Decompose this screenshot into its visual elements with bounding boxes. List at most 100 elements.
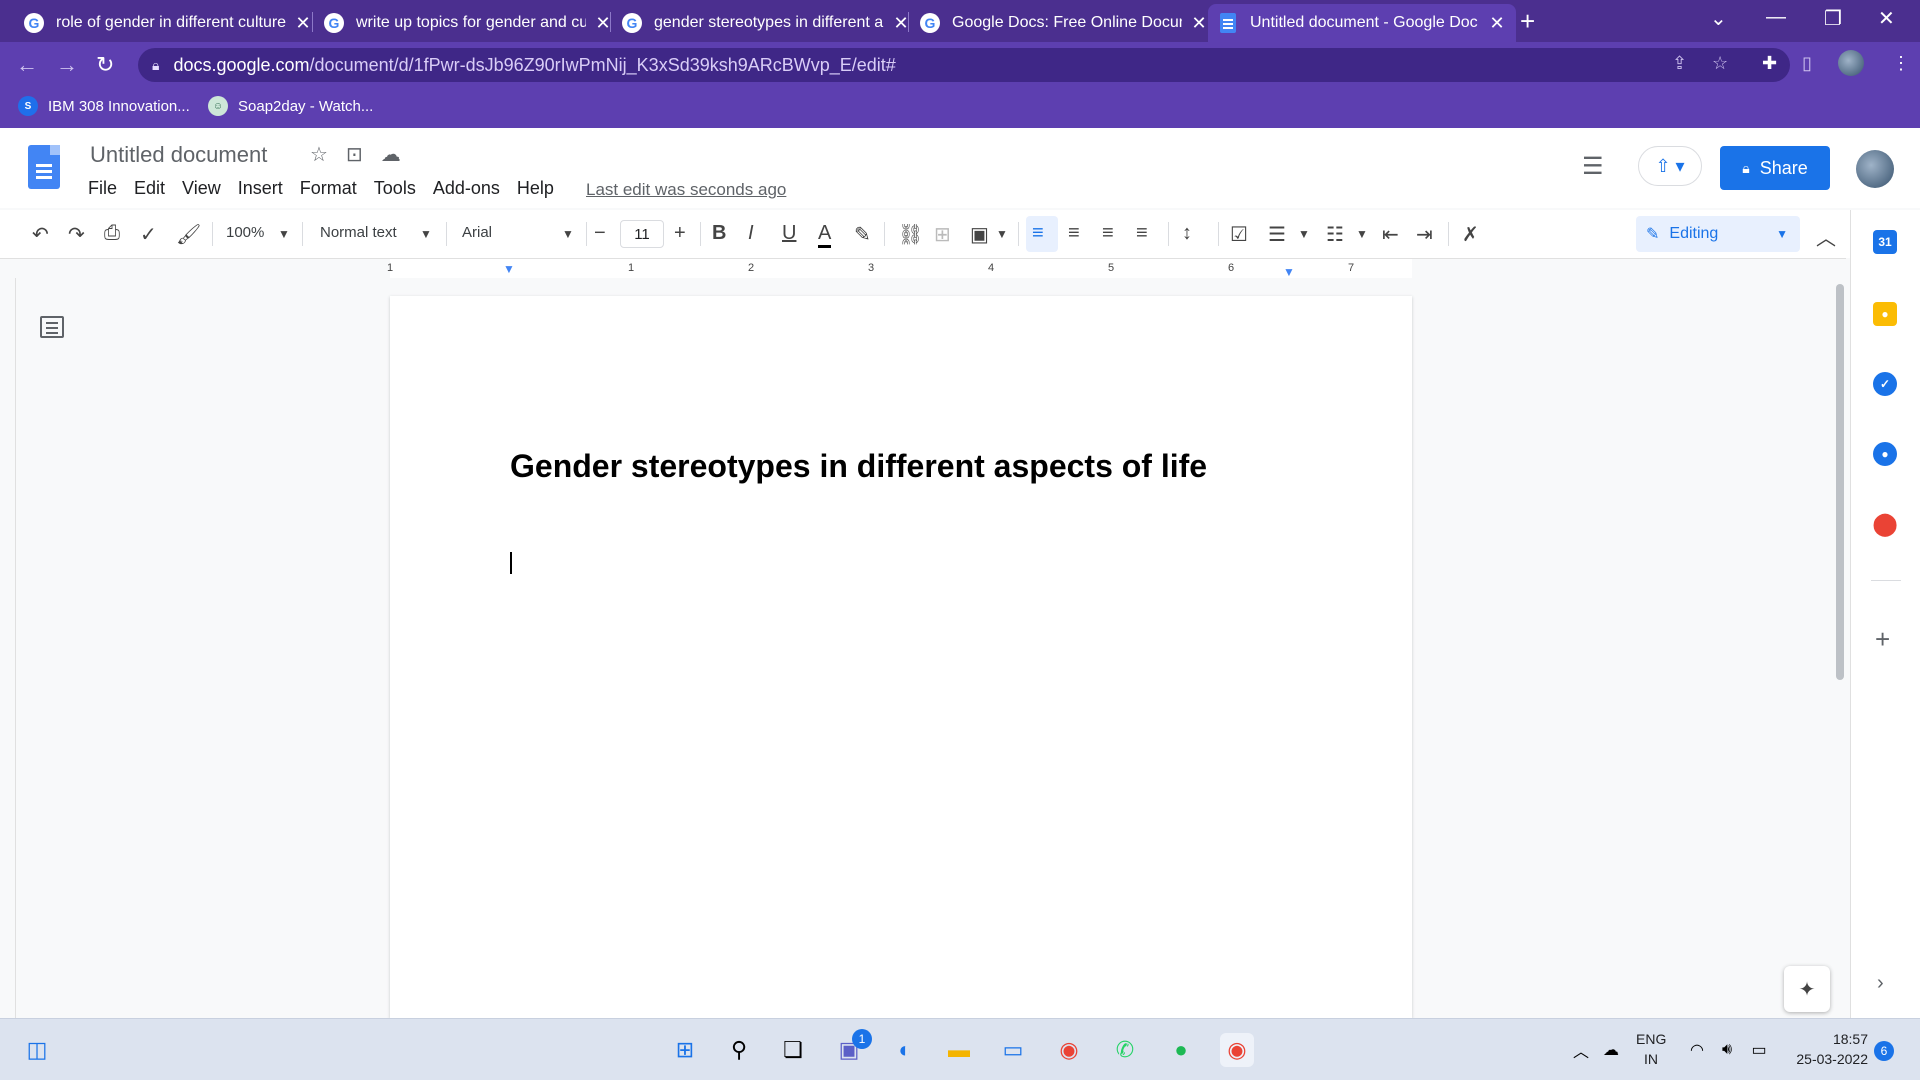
font-size-input[interactable]: 11 bbox=[620, 220, 664, 248]
document-heading[interactable]: Gender stereotypes in different aspects … bbox=[510, 448, 1207, 485]
document-title[interactable]: Untitled document bbox=[90, 142, 267, 168]
browser-tab[interactable]: G gender stereotypes in different a ✕ bbox=[612, 4, 920, 42]
keep-icon[interactable]: ● bbox=[1873, 302, 1897, 326]
spellcheck-icon[interactable]: ✓ bbox=[140, 222, 157, 247]
menu-help[interactable]: Help bbox=[517, 178, 554, 199]
restore-icon[interactable]: ❐ bbox=[1824, 6, 1842, 31]
clear-formatting-icon[interactable]: ✗ bbox=[1462, 222, 1479, 247]
menu-insert[interactable]: Insert bbox=[238, 178, 283, 199]
chrome-icon[interactable]: ◉ bbox=[1052, 1033, 1086, 1067]
desktop-icon[interactable]: ▭ bbox=[996, 1033, 1030, 1067]
align-right-icon[interactable]: ≡ bbox=[1102, 222, 1114, 245]
tasks-icon[interactable]: ✓ bbox=[1873, 372, 1897, 396]
chevron-down-icon[interactable]: ▼ bbox=[278, 227, 290, 241]
menu-dots-icon[interactable]: ⋮ bbox=[1892, 53, 1910, 74]
calendar-icon[interactable]: 31 bbox=[1873, 230, 1897, 254]
extensions-icon[interactable]: ✚ bbox=[1762, 53, 1777, 74]
docs-logo-icon[interactable] bbox=[28, 145, 60, 189]
zoom-select[interactable]: 100% bbox=[226, 224, 264, 241]
vertical-scrollbar[interactable] bbox=[1836, 284, 1844, 680]
add-comment-icon[interactable]: ⊞ bbox=[934, 222, 951, 247]
browser-tab-active[interactable]: Untitled document - Google Doc ✕ bbox=[1208, 4, 1516, 42]
menu-edit[interactable]: Edit bbox=[134, 178, 165, 199]
onedrive-icon[interactable]: ☁ bbox=[1594, 1033, 1628, 1067]
menu-add-ons[interactable]: Add-ons bbox=[433, 178, 500, 199]
italic-icon[interactable]: I bbox=[748, 222, 754, 245]
comment-history-icon[interactable]: ☰ bbox=[1582, 152, 1604, 181]
contacts-icon[interactable]: ● bbox=[1873, 442, 1897, 466]
language-bottom[interactable]: IN bbox=[1644, 1051, 1658, 1067]
browser-tab[interactable]: G write up topics for gender and cu ✕ bbox=[314, 4, 622, 42]
chevron-down-icon[interactable]: ▼ bbox=[562, 227, 574, 241]
chevron-down-icon[interactable]: ▼ bbox=[1356, 227, 1368, 241]
minimize-icon[interactable]: — bbox=[1766, 6, 1786, 29]
link-icon[interactable]: ⛓︎ bbox=[898, 222, 923, 247]
search-icon[interactable]: ⚲ bbox=[722, 1033, 756, 1067]
decrease-font-size-icon[interactable]: − bbox=[594, 222, 606, 245]
explore-button[interactable]: ✦ bbox=[1784, 966, 1830, 1012]
chevron-down-icon[interactable]: ▼ bbox=[996, 227, 1008, 241]
maps-icon[interactable]: ⬤ bbox=[1873, 511, 1898, 536]
close-icon[interactable]: ✕ bbox=[294, 13, 312, 34]
menu-tools[interactable]: Tools bbox=[374, 178, 416, 199]
move-folder-icon[interactable]: ⊡ bbox=[346, 142, 363, 167]
print-icon[interactable]: ⎙ bbox=[104, 222, 120, 245]
align-center-icon[interactable]: ≡ bbox=[1068, 222, 1080, 245]
right-indent-marker-icon[interactable]: ▼ bbox=[1283, 265, 1295, 279]
notification-badge[interactable]: 6 bbox=[1874, 1041, 1894, 1061]
bulleted-list-icon[interactable]: ☰ bbox=[1268, 222, 1286, 247]
increase-indent-icon[interactable]: ⇥ bbox=[1416, 222, 1433, 247]
checklist-icon[interactable]: ☑ bbox=[1230, 222, 1248, 247]
reload-icon[interactable]: ↻ bbox=[96, 52, 114, 78]
bookmark-item[interactable]: ☺ Soap2day - Watch... bbox=[208, 96, 373, 116]
language-top[interactable]: ENG bbox=[1636, 1031, 1666, 1047]
decrease-indent-icon[interactable]: ⇤ bbox=[1382, 222, 1399, 247]
chevron-down-icon[interactable]: ▼ bbox=[420, 227, 432, 241]
volume-icon[interactable]: 🔊︎ bbox=[1710, 1033, 1744, 1067]
forward-icon[interactable]: → bbox=[56, 52, 78, 78]
present-button[interactable]: ⇧ ▾ bbox=[1638, 146, 1702, 186]
menu-format[interactable]: Format bbox=[300, 178, 357, 199]
text-color-icon[interactable]: A bbox=[818, 222, 832, 248]
clock-time[interactable]: 18:57 bbox=[1802, 1031, 1868, 1047]
undo-icon[interactable]: ↶ bbox=[32, 222, 49, 247]
cloud-status-icon[interactable]: ☁︎ bbox=[381, 142, 401, 167]
clock-date[interactable]: 25-03-2022 bbox=[1784, 1051, 1868, 1067]
style-select[interactable]: Normal text bbox=[320, 224, 397, 241]
underline-icon[interactable]: U bbox=[782, 222, 796, 245]
align-left-icon[interactable]: ≡ bbox=[1032, 222, 1044, 245]
tab-search-icon[interactable]: ⌄ bbox=[1710, 6, 1727, 31]
chrome-profile-icon[interactable]: ◉ bbox=[1220, 1033, 1254, 1067]
left-indent-marker-icon[interactable]: ▼ bbox=[503, 262, 515, 276]
editing-mode-select[interactable]: ✎ Editing ▼ bbox=[1636, 216, 1800, 252]
close-window-icon[interactable]: ✕ bbox=[1878, 6, 1895, 31]
address-input[interactable]: 🔒︎ docs.google.com/document/d/1fPwr-dsJb… bbox=[138, 48, 1790, 82]
add-addon-icon[interactable]: + bbox=[1875, 624, 1890, 655]
account-avatar[interactable] bbox=[1856, 150, 1894, 188]
browser-tab[interactable]: G role of gender in different culture ✕ bbox=[14, 4, 322, 42]
hide-menus-icon[interactable]: ︿ bbox=[1816, 222, 1836, 251]
whatsapp-icon[interactable]: ✆ bbox=[1108, 1033, 1142, 1067]
back-icon[interactable]: ← bbox=[16, 52, 38, 78]
close-icon[interactable]: ✕ bbox=[1488, 13, 1506, 34]
font-select[interactable]: Arial bbox=[462, 224, 492, 241]
chevron-right-icon[interactable]: › bbox=[1877, 972, 1884, 995]
menu-view[interactable]: View bbox=[182, 178, 221, 199]
line-spacing-icon[interactable]: ↕ bbox=[1182, 222, 1192, 245]
start-icon[interactable]: ⊞ bbox=[668, 1033, 702, 1067]
battery-icon[interactable]: ▭ bbox=[1742, 1033, 1776, 1067]
highlight-icon[interactable]: ✎ bbox=[854, 222, 871, 247]
wifi-icon[interactable]: ◠ bbox=[1680, 1033, 1714, 1067]
profile-avatar[interactable] bbox=[1838, 50, 1864, 76]
last-edit-link[interactable]: Last edit was seconds ago bbox=[586, 180, 786, 200]
tray-chevron-icon[interactable]: ︿ bbox=[1564, 1033, 1598, 1067]
justify-icon[interactable]: ≡ bbox=[1136, 222, 1148, 245]
numbered-list-icon[interactable]: ☷ bbox=[1326, 222, 1344, 247]
file-explorer-icon[interactable]: ▬ bbox=[942, 1033, 976, 1067]
widgets-icon[interactable]: ◫ bbox=[20, 1033, 54, 1067]
redo-icon[interactable]: ↷ bbox=[68, 222, 85, 247]
menu-file[interactable]: File bbox=[88, 178, 117, 199]
document-page[interactable]: Gender stereotypes in different aspects … bbox=[390, 296, 1412, 1018]
insert-image-icon[interactable]: ▣ bbox=[970, 222, 989, 247]
star-icon[interactable]: ☆ bbox=[310, 142, 328, 167]
